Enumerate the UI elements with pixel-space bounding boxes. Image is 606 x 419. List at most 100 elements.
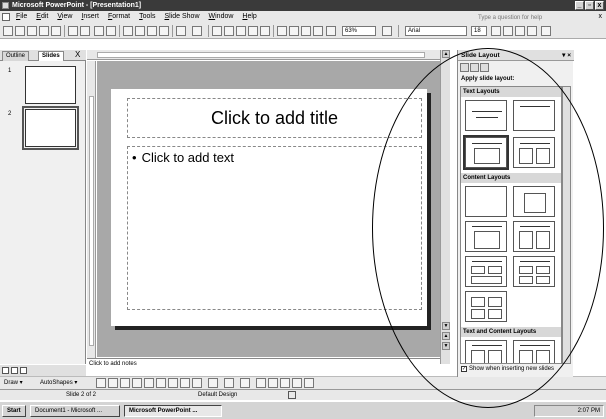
- notes-pane[interactable]: Click to add notes: [87, 358, 440, 376]
- oval-icon[interactable]: [132, 378, 142, 388]
- back-icon[interactable]: [460, 63, 469, 72]
- email-icon[interactable]: [51, 26, 61, 36]
- layout-title-and-four-content[interactable]: [513, 256, 555, 287]
- restore-button[interactable]: ▫: [585, 1, 594, 10]
- slide-thumbnail-1[interactable]: [25, 66, 76, 104]
- cut-icon[interactable]: [123, 26, 133, 36]
- home-icon[interactable]: [480, 63, 489, 72]
- copy-icon[interactable]: [135, 26, 145, 36]
- next-slide-icon[interactable]: ▼: [442, 342, 450, 350]
- layout-gallery-scrollbar[interactable]: [562, 86, 571, 364]
- toolbar-options-icon[interactable]: [541, 26, 551, 36]
- scroll-down-icon[interactable]: ▼: [442, 322, 450, 330]
- checkbox-checked-icon[interactable]: ✓: [461, 366, 467, 372]
- line-icon[interactable]: [96, 378, 106, 388]
- undo-icon[interactable]: [176, 26, 186, 36]
- tab-slides[interactable]: Slides: [38, 51, 64, 61]
- layout-title-content-over-content[interactable]: [465, 256, 507, 287]
- redo-icon[interactable]: [192, 26, 202, 36]
- menu-insert[interactable]: Insert: [81, 11, 99, 23]
- slide-canvas[interactable]: Click to add title • Click to add text: [111, 89, 427, 326]
- layout-title-and-content[interactable]: [465, 221, 507, 252]
- help-icon[interactable]: [382, 26, 392, 36]
- slide-thumbnail-2[interactable]: [22, 106, 79, 150]
- open-icon[interactable]: [15, 26, 25, 36]
- picture-icon[interactable]: [192, 378, 202, 388]
- menu-slide-show[interactable]: Slide Show: [164, 11, 199, 23]
- title-placeholder[interactable]: Click to add title: [127, 98, 422, 138]
- design-icon[interactable]: [527, 26, 537, 36]
- menu-edit[interactable]: Edit: [36, 11, 48, 23]
- wordart-icon[interactable]: [156, 378, 166, 388]
- clipart-icon[interactable]: [180, 378, 190, 388]
- body-placeholder[interactable]: • Click to add text: [127, 146, 422, 310]
- paste-icon[interactable]: [147, 26, 157, 36]
- line-color-icon[interactable]: [224, 378, 234, 388]
- layout-blank[interactable]: [465, 186, 507, 217]
- menu-tools[interactable]: Tools: [139, 11, 155, 23]
- font-size-select[interactable]: 18: [471, 26, 487, 36]
- insert-chart-icon[interactable]: [212, 26, 222, 36]
- layout-content[interactable]: [513, 186, 555, 217]
- insert-table-icon[interactable]: [224, 26, 234, 36]
- task-powerpoint[interactable]: Microsoft PowerPoint ...: [124, 405, 222, 417]
- slide-show-icon[interactable]: [20, 367, 27, 374]
- format-painter-icon[interactable]: [159, 26, 169, 36]
- 3d-style-icon[interactable]: [304, 378, 314, 388]
- powerpoint-app-icon[interactable]: [2, 2, 9, 9]
- permission-icon[interactable]: [39, 26, 49, 36]
- arrow-style-icon[interactable]: [280, 378, 290, 388]
- previous-slide-icon[interactable]: ▲: [442, 332, 450, 340]
- tab-outline[interactable]: Outline: [2, 51, 30, 61]
- slide-sorter-icon[interactable]: [11, 367, 18, 374]
- increase-font-icon[interactable]: [515, 26, 525, 36]
- document-icon[interactable]: [2, 13, 10, 21]
- font-color-icon[interactable]: [240, 378, 250, 388]
- layout-title-and-two-content[interactable]: [513, 221, 555, 252]
- bullets-icon[interactable]: [503, 26, 513, 36]
- print-icon[interactable]: [68, 26, 78, 36]
- menu-help[interactable]: Help: [242, 11, 256, 23]
- shadow-icon[interactable]: [292, 378, 302, 388]
- save-icon[interactable]: [27, 26, 37, 36]
- new-slide-icon[interactable]: [326, 26, 336, 36]
- menu-file[interactable]: File: [16, 11, 27, 23]
- insert-hyperlink-icon[interactable]: [260, 26, 270, 36]
- color-grayscale-icon[interactable]: [313, 26, 323, 36]
- research-icon[interactable]: [106, 26, 116, 36]
- layout-title-slide[interactable]: [465, 100, 507, 131]
- textbox-icon[interactable]: [144, 378, 154, 388]
- font-select[interactable]: Arial: [405, 26, 467, 36]
- normal-view-icon[interactable]: [2, 367, 9, 374]
- menu-format[interactable]: Format: [108, 11, 130, 23]
- fill-color-icon[interactable]: [208, 378, 218, 388]
- diagram-icon[interactable]: [168, 378, 178, 388]
- layout-title-only[interactable]: [513, 100, 555, 131]
- panel-close-icon[interactable]: X: [75, 50, 80, 60]
- menu-view[interactable]: View: [57, 11, 72, 23]
- layout-title-content-and-text[interactable]: [513, 340, 555, 363]
- zoom-select[interactable]: 63%: [342, 26, 376, 36]
- numbering-icon[interactable]: [491, 26, 501, 36]
- layout-title-text-and-content[interactable]: [465, 340, 507, 363]
- scroll-up-icon[interactable]: ▲: [442, 50, 450, 58]
- layout-title-and-text[interactable]: [463, 135, 509, 170]
- layout-four-content[interactable]: [465, 291, 507, 322]
- dash-style-icon[interactable]: [268, 378, 278, 388]
- show-formatting-icon[interactable]: [289, 26, 299, 36]
- menu-window[interactable]: Window: [209, 11, 234, 23]
- vertical-scrollbar[interactable]: ▲ ▼ ▲ ▼: [440, 50, 450, 364]
- line-style-icon[interactable]: [256, 378, 266, 388]
- new-icon[interactable]: [3, 26, 13, 36]
- start-button[interactable]: Start: [2, 405, 26, 417]
- show-when-inserting-checkbox[interactable]: ✓ Show when inserting new slides: [461, 366, 554, 372]
- rectangle-icon[interactable]: [120, 378, 130, 388]
- close-button[interactable]: x: [595, 1, 604, 10]
- forward-icon[interactable]: [470, 63, 479, 72]
- show-grid-icon[interactable]: [301, 26, 311, 36]
- spelling-icon[interactable]: [94, 26, 104, 36]
- print-preview-icon[interactable]: [80, 26, 90, 36]
- expand-all-icon[interactable]: [277, 26, 287, 36]
- layout-two-column-text[interactable]: [513, 137, 555, 168]
- insert-picture-icon[interactable]: [248, 26, 258, 36]
